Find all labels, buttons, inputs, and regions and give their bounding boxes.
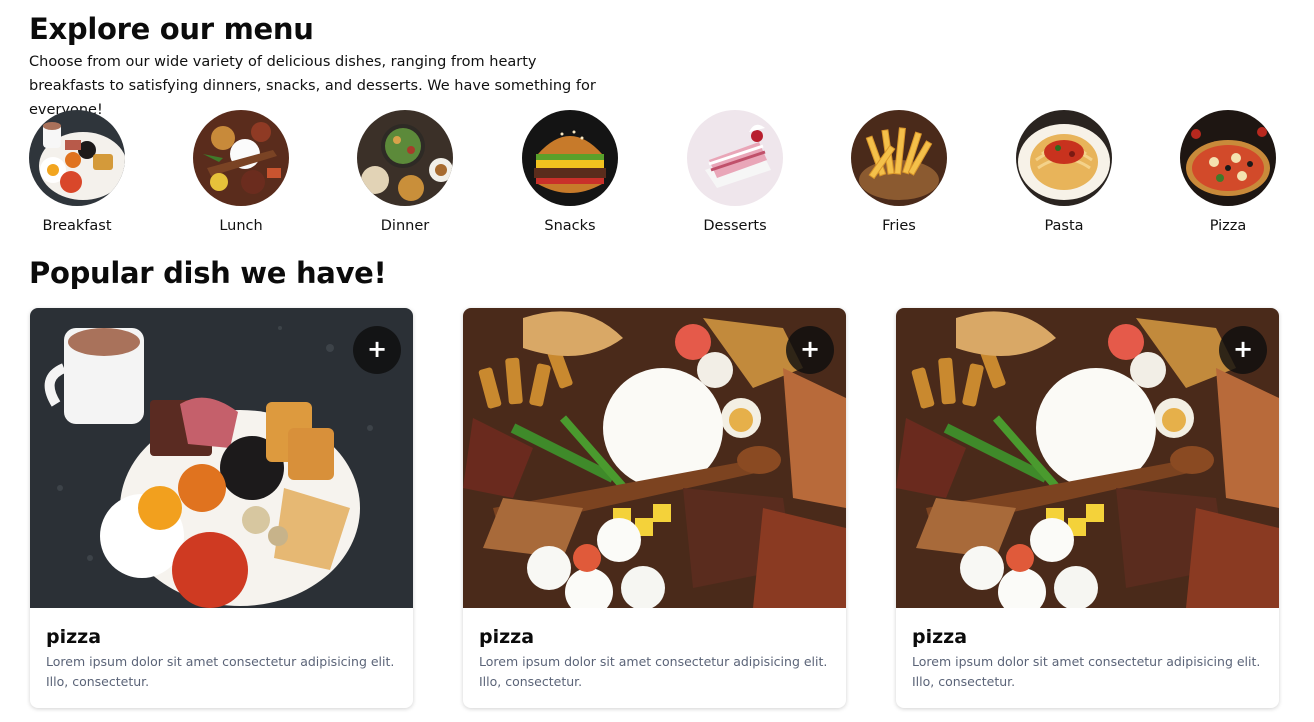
add-to-cart-button[interactable]: + (786, 326, 834, 374)
category-pasta[interactable]: Pasta (1004, 110, 1124, 234)
pizza-image (1180, 110, 1276, 206)
category-label: Fries (882, 218, 916, 234)
dish-card[interactable]: + pizza Lorem ipsum dolor sit amet conse… (896, 308, 1279, 708)
lunch-image (193, 110, 289, 206)
desserts-image (687, 110, 783, 206)
category-snacks[interactable]: Snacks (510, 110, 630, 234)
pasta-image (1016, 110, 1112, 206)
menu-page: Explore our menu Choose from our wide va… (0, 0, 1314, 722)
dish-image: + (896, 308, 1279, 608)
category-fries[interactable]: Fries (839, 110, 959, 234)
category-desserts[interactable]: Desserts (675, 110, 795, 234)
dish-image: + (463, 308, 846, 608)
snacks-image (522, 110, 618, 206)
category-label: Pizza (1209, 218, 1247, 234)
add-to-cart-button[interactable]: + (353, 326, 401, 374)
dish-description: Lorem ipsum dolor sit amet consectetur a… (46, 654, 395, 689)
breakfast-image (29, 110, 125, 206)
category-label: Pasta (1044, 218, 1084, 234)
dish-title: pizza (479, 626, 535, 648)
category-label: Breakfast (42, 218, 112, 234)
add-to-cart-button[interactable]: + (1219, 326, 1267, 374)
dish-card[interactable]: + pizza Lorem ipsum dolor sit amet conse… (30, 308, 413, 708)
dish-title: pizza (46, 626, 102, 648)
dish-card[interactable]: + pizza Lorem ipsum dolor sit amet conse… (463, 308, 846, 708)
dish-description: Lorem ipsum dolor sit amet consectetur a… (479, 654, 828, 689)
category-dinner[interactable]: Dinner (345, 110, 465, 234)
dish-description: Lorem ipsum dolor sit amet consectetur a… (912, 654, 1261, 689)
dish-image: + (30, 308, 413, 608)
fries-image (851, 110, 947, 206)
dinner-image (357, 110, 453, 206)
category-pizza[interactable]: Pizza (1168, 110, 1288, 234)
category-label: Lunch (219, 218, 263, 234)
category-list: Breakfast Lunch Dinner Snacks Desserts F… (0, 110, 1314, 240)
dish-title: pizza (912, 626, 968, 648)
category-label: Dinner (380, 218, 430, 234)
category-breakfast[interactable]: Breakfast (17, 110, 137, 234)
category-lunch[interactable]: Lunch (181, 110, 301, 234)
page-title: Explore our menu (29, 12, 314, 46)
category-label: Snacks (544, 218, 596, 234)
popular-section-title: Popular dish we have! (29, 256, 387, 290)
category-label: Desserts (703, 218, 767, 234)
